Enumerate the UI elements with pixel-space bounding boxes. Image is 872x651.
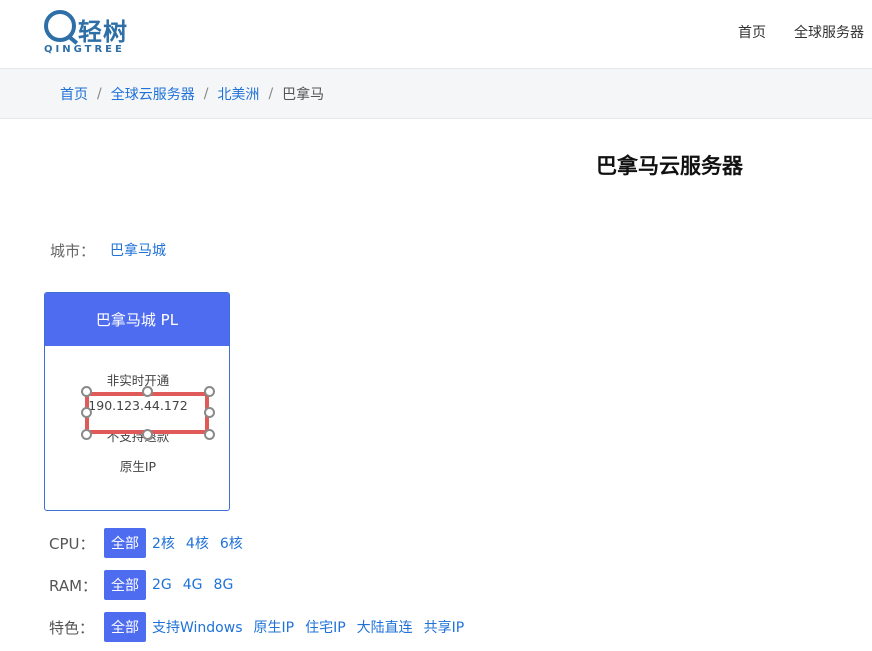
feature-option-shared-ip[interactable]: 共享IP: [424, 617, 465, 637]
breadcrumb-separator: /: [97, 86, 102, 102]
ram-option-8g[interactable]: 8G: [214, 577, 234, 593]
server-card-title: 巴拿马城 PL: [45, 293, 229, 346]
breadcrumb-separator: /: [203, 86, 209, 102]
breadcrumb-north-america[interactable]: 北美洲: [217, 84, 259, 104]
resize-handle-top-right[interactable]: [204, 386, 215, 397]
cpu-option-2[interactable]: 2核: [152, 533, 175, 553]
breadcrumb-separator: /: [268, 86, 274, 102]
ram-all-button[interactable]: 全部: [104, 570, 146, 600]
cpu-all-button[interactable]: 全部: [104, 528, 146, 558]
feature-filter: 特色： 全部 支持Windows 原生IP 住宅IP 大陆直连 共享IP: [49, 612, 475, 642]
feature-option-windows[interactable]: 支持Windows: [152, 617, 243, 637]
city-link[interactable]: 巴拿马城: [110, 240, 166, 261]
ram-filter: RAM： 全部 2G 4G 8G: [49, 570, 244, 600]
cpu-label: CPU：: [49, 534, 95, 553]
nav-home[interactable]: 首页: [738, 22, 766, 42]
server-card[interactable]: 巴拿马城 PL 非实时开通 不支持退款 190.123.44.172 原生IP: [44, 292, 230, 511]
ram-option-2g[interactable]: 2G: [152, 577, 172, 593]
logo-q-icon: [44, 10, 76, 42]
city-filter: 城市： 巴拿马城: [50, 240, 166, 261]
feature-label: 特色：: [49, 618, 95, 637]
city-label: 城市：: [50, 242, 96, 260]
qingtree-logo[interactable]: 轻树 QINGTREE: [44, 10, 144, 58]
page-title: 巴拿马云服务器: [596, 154, 743, 178]
breadcrumb: 首页 / 全球云服务器 / 北美洲 / 巴拿马: [60, 84, 324, 104]
breadcrumb-home[interactable]: 首页: [60, 84, 88, 104]
feature-option-china-direct[interactable]: 大陆直连: [357, 617, 413, 637]
server-card-body: 非实时开通 不支持退款 190.123.44.172 原生IP: [45, 346, 229, 510]
feature-all-button[interactable]: 全部: [104, 612, 146, 642]
feature-activation: 非实时开通: [106, 373, 170, 388]
feature-option-residential-ip[interactable]: 住宅IP: [305, 617, 346, 637]
cpu-option-6[interactable]: 6核: [220, 533, 243, 553]
resize-handle-bottom-left[interactable]: [81, 429, 92, 440]
resize-handle-bottom[interactable]: [142, 429, 153, 440]
breadcrumb-current: 巴拿马: [282, 87, 325, 103]
feature-option-native-ip[interactable]: 原生IP: [254, 617, 295, 637]
site-header: 轻树 QINGTREE 首页 全球服务器: [0, 0, 872, 69]
ram-label: RAM：: [49, 576, 98, 595]
feature-native-ip: 原生IP: [119, 459, 157, 474]
breadcrumb-global-cloud[interactable]: 全球云服务器: [111, 84, 195, 104]
resize-handle-top-left[interactable]: [81, 386, 92, 397]
ip-address: 190.123.44.172: [88, 398, 188, 413]
logo-cn-text: 轻树: [78, 18, 128, 46]
resize-handle-top[interactable]: [142, 386, 153, 397]
top-nav: 首页 全球服务器: [738, 22, 864, 42]
nav-global-servers[interactable]: 全球服务器: [794, 22, 864, 42]
breadcrumb-bar: 首页 / 全球云服务器 / 北美洲 / 巴拿马: [0, 69, 872, 119]
resize-handle-left[interactable]: [81, 407, 92, 418]
ram-option-4g[interactable]: 4G: [183, 577, 203, 593]
resize-handle-bottom-right[interactable]: [204, 429, 215, 440]
cpu-filter: CPU： 全部 2核 4核 6核: [49, 528, 254, 558]
logo-en-text: QINGTREE: [44, 44, 125, 55]
resize-handle-right[interactable]: [204, 407, 215, 418]
cpu-option-4[interactable]: 4核: [186, 533, 209, 553]
